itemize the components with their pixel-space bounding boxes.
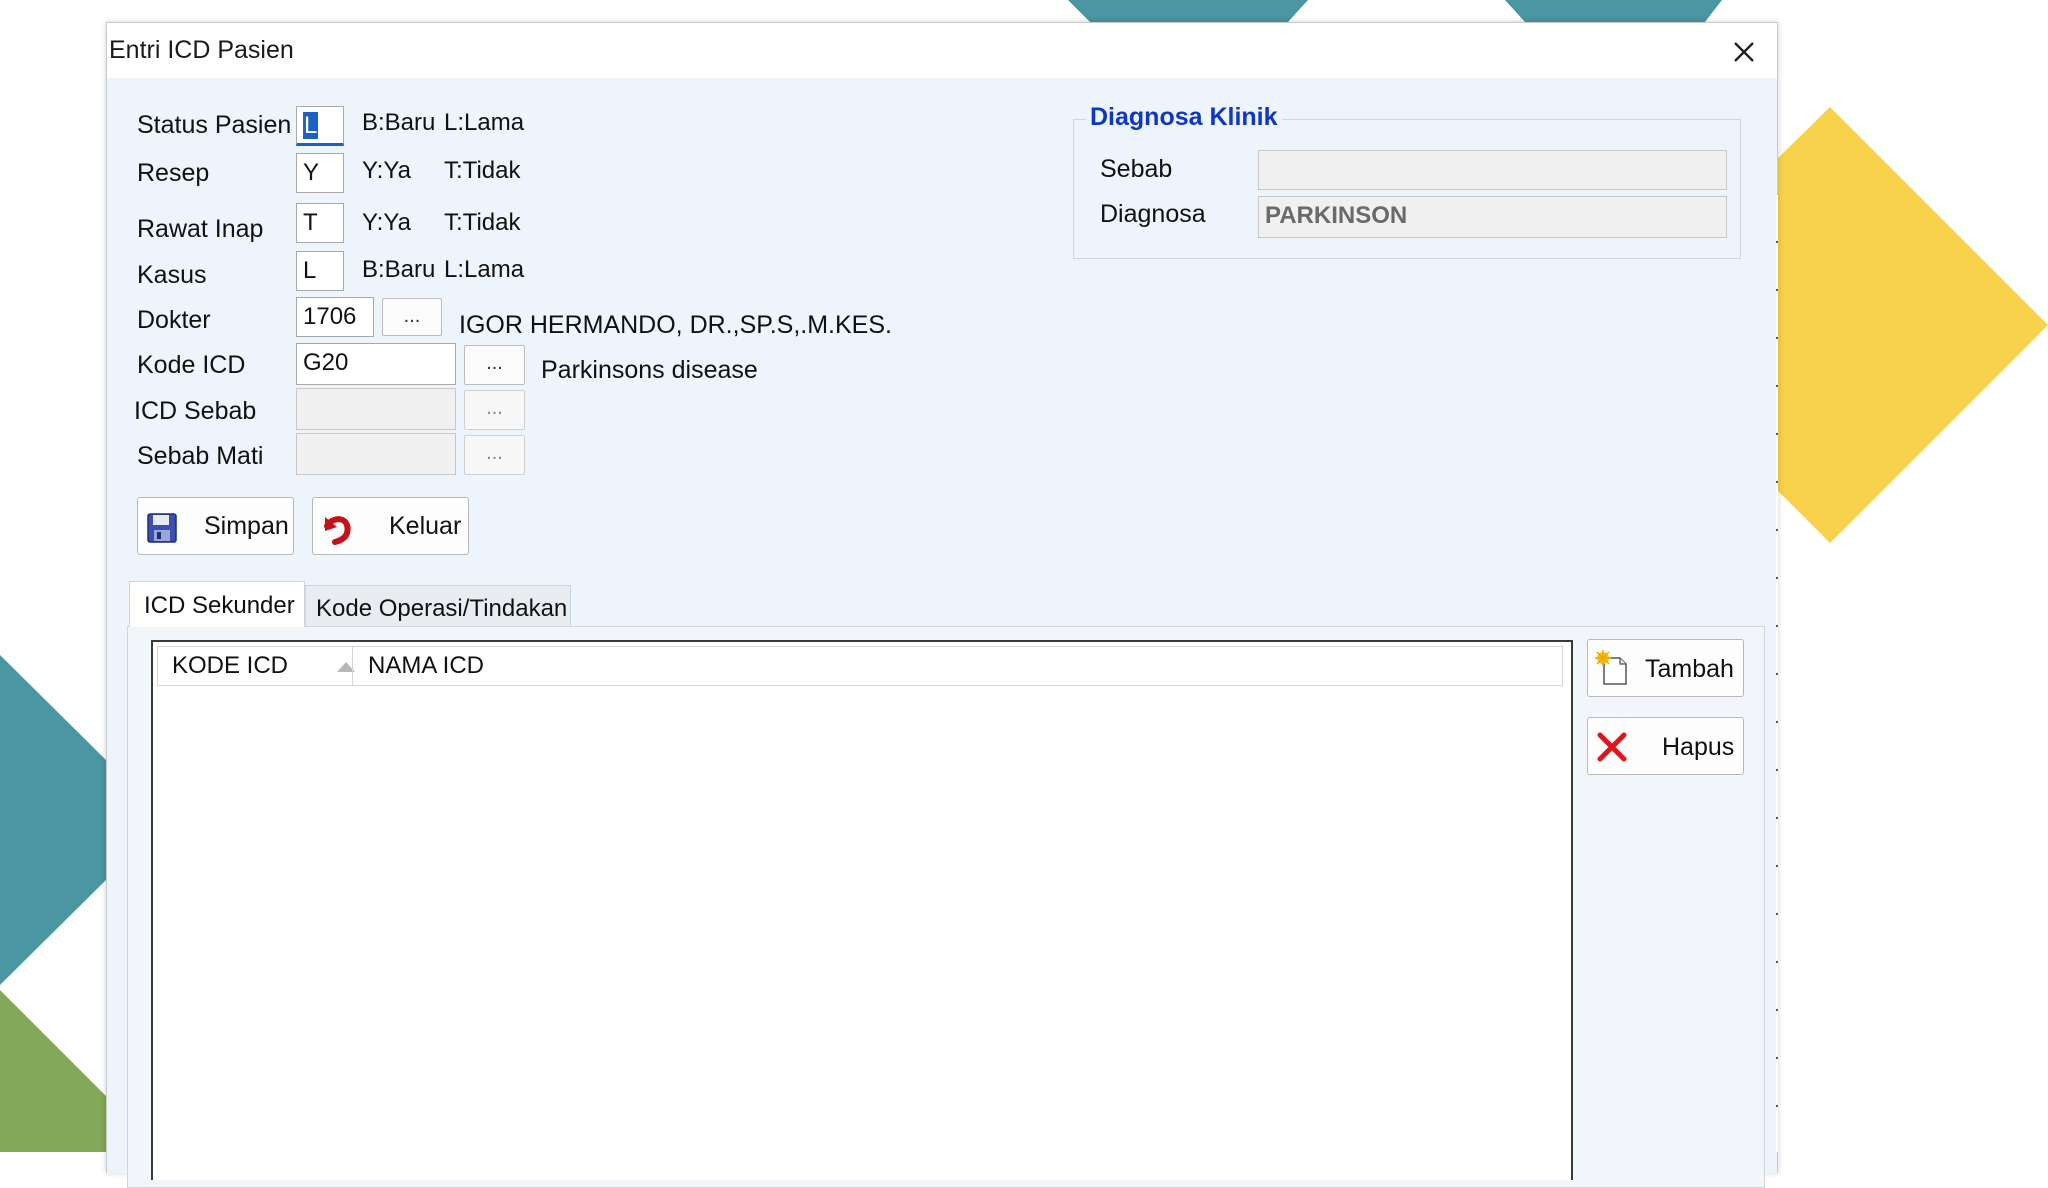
status-pasien-hint-baru: B:Baru	[362, 109, 436, 136]
icd-sebab-label: ICD Sebab	[134, 397, 257, 425]
teal-shape-top-2	[1505, 0, 1722, 22]
grid-header: KODE ICD NAMA ICD	[157, 646, 1563, 686]
new-document-icon	[1595, 650, 1627, 685]
rawat-inap-hint-ya: Y:Ya	[362, 209, 411, 236]
teal-shape-left	[0, 655, 106, 985]
window-title: Entri ICD Pasien	[109, 36, 294, 64]
tambah-button-label: Tambah	[1645, 655, 1734, 683]
dialog-window: Entri ICD Pasien Status Pasien L B:Baru …	[106, 22, 1778, 1188]
sebab-mati-lookup-button[interactable]: ...	[464, 435, 525, 475]
sebab-label: Sebab	[1100, 155, 1173, 183]
resep-hint-tidak: T:Tidak	[444, 157, 521, 184]
close-icon	[1734, 42, 1754, 62]
kasus-hint-lama: L:Lama	[444, 256, 525, 283]
rawat-inap-label: Rawat Inap	[137, 215, 264, 243]
kasus-hint-baru: B:Baru	[362, 256, 436, 283]
simpan-button[interactable]: Simpan	[137, 497, 294, 555]
dokter-label: Dokter	[137, 306, 211, 334]
icd-sekunder-grid[interactable]: KODE ICD NAMA ICD	[151, 640, 1573, 1180]
sebab-mati-input[interactable]	[296, 433, 456, 475]
kode-icd-description: Parkinsons disease	[541, 356, 758, 384]
resep-label: Resep	[137, 159, 210, 187]
kode-icd-input[interactable]: G20	[296, 343, 456, 385]
save-icon	[147, 513, 177, 543]
kode-icd-lookup-button[interactable]: ...	[464, 345, 525, 385]
keluar-button[interactable]: Keluar	[312, 497, 469, 555]
icd-sebab-input[interactable]	[296, 388, 456, 430]
delete-x-icon	[1597, 732, 1627, 762]
teal-shape-top-1	[1068, 0, 1308, 22]
kasus-label: Kasus	[137, 261, 207, 289]
hapus-button-label: Hapus	[1662, 733, 1735, 761]
hapus-button[interactable]: Hapus	[1587, 717, 1744, 775]
title-bar: Entri ICD Pasien	[107, 23, 1777, 78]
diagnosa-label: Diagnosa	[1100, 200, 1206, 228]
yellow-diamond	[1776, 107, 2048, 543]
rawat-inap-input[interactable]: T	[296, 203, 344, 243]
tab-kode-operasi-tindakan[interactable]: Kode Operasi/Tindakan	[305, 585, 571, 627]
status-pasien-value: L	[303, 112, 319, 139]
diagnosa-klinik-group: Diagnosa Klinik Sebab Diagnosa PARKINSON	[1073, 103, 1741, 259]
column-header-nama-icd[interactable]: NAMA ICD	[368, 647, 484, 685]
sebab-field[interactable]	[1258, 150, 1727, 190]
diagnosa-field[interactable]: PARKINSON	[1258, 196, 1727, 238]
status-pasien-label: Status Pasien	[137, 111, 292, 139]
dokter-code-input[interactable]: 1706	[296, 297, 374, 337]
tambah-button[interactable]: Tambah	[1587, 639, 1744, 697]
background-ruler	[1776, 195, 1778, 1152]
resep-input[interactable]: Y	[296, 153, 344, 193]
green-shape-left	[0, 990, 106, 1152]
tab-icd-sekunder[interactable]: ICD Sekunder	[129, 581, 305, 627]
resep-hint-ya: Y:Ya	[362, 157, 411, 184]
dokter-name: IGOR HERMANDO, DR.,SP.S,.M.KES.	[459, 311, 892, 339]
kasus-input[interactable]: L	[296, 251, 344, 291]
rawat-inap-hint-tidak: T:Tidak	[444, 209, 521, 236]
status-pasien-input[interactable]: L	[296, 106, 344, 146]
column-header-kode-icd[interactable]: KODE ICD	[172, 647, 355, 685]
column-divider	[352, 647, 353, 685]
keluar-button-label: Keluar	[389, 512, 462, 540]
sebab-mati-label: Sebab Mati	[137, 442, 264, 470]
simpan-button-label: Simpan	[204, 512, 289, 540]
sort-ascending-icon	[337, 662, 355, 672]
diagnosa-klinik-title: Diagnosa Klinik	[1086, 103, 1282, 132]
close-button[interactable]	[1725, 33, 1763, 71]
icd-sebab-lookup-button[interactable]: ...	[464, 390, 525, 430]
column-header-kode-icd-label: KODE ICD	[172, 652, 289, 679]
kode-icd-label: Kode ICD	[137, 351, 246, 379]
undo-arrow-icon	[324, 516, 351, 545]
dokter-lookup-button[interactable]: ...	[382, 298, 442, 336]
status-pasien-hint-lama: L:Lama	[444, 109, 525, 136]
